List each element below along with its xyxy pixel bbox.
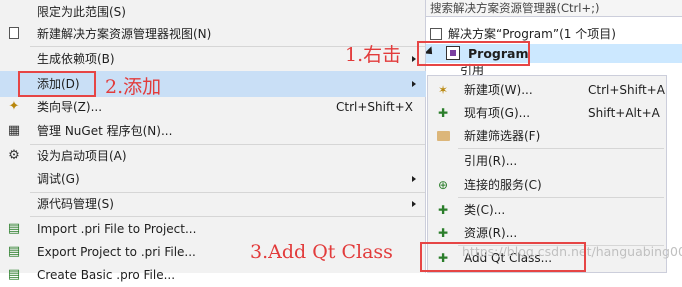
submenu-item-shortcut: Ctrl+Shift+A xyxy=(588,83,665,97)
submenu-arrow-icon xyxy=(412,201,416,207)
menu-item-manage-nuget[interactable]: ▦ 管理 NuGet 程序包(N)... xyxy=(0,119,425,143)
annotation-box-add xyxy=(18,71,96,97)
submenu-arrow-icon xyxy=(412,176,416,182)
submenu-item-label: 现有项(G)... xyxy=(464,106,531,120)
annotation-step3: 3.Add Qt Class xyxy=(250,241,393,263)
pro-file-icon: ▤ xyxy=(7,267,21,282)
annotation-box-project xyxy=(417,41,530,66)
menu-item-label: 新建解决方案资源管理器视图(N) xyxy=(37,27,212,41)
connected-service-icon: ⊕ xyxy=(437,178,449,192)
class-icon: ✚ xyxy=(437,203,449,217)
menu-item-create-pro[interactable]: ▤ Create Basic .pro File... xyxy=(0,263,425,287)
menu-item-set-startup[interactable]: ⚙ 设为启动项目(A) xyxy=(0,144,425,168)
menu-item-label: 源代码管理(S) xyxy=(37,197,114,211)
menu-item-label: Export Project to .pri File... xyxy=(37,245,196,259)
resource-icon: ✚ xyxy=(437,226,449,240)
submenu-item-label: 引用(R)... xyxy=(464,154,518,168)
menu-item-label: Create Basic .pro File... xyxy=(37,268,176,282)
submenu-arrow-icon xyxy=(412,56,416,62)
class-wizard-icon: ✦ xyxy=(8,99,20,114)
solution-icon xyxy=(430,28,442,40)
submenu-item-connected-service[interactable]: ⊕ 连接的服务(C) xyxy=(428,173,666,197)
submenu-item-new-filter[interactable]: 新建筛选器(F) xyxy=(428,124,666,148)
annotation-step2: 2.添加 xyxy=(105,76,162,98)
submenu-item-new-item[interactable]: ✶ 新建项(W)... Ctrl+Shift+A xyxy=(428,78,666,102)
submenu-item-label: 新建筛选器(F) xyxy=(464,129,541,143)
menu-item-label: 设为启动项目(A) xyxy=(37,149,127,163)
gear-icon: ⚙ xyxy=(8,148,20,163)
submenu-item-label: 类(C)... xyxy=(464,203,506,217)
annotation-step1: 1.右击 xyxy=(345,44,402,66)
nuget-icon: ▦ xyxy=(7,123,21,138)
submenu-item-reference[interactable]: 引用(R)... xyxy=(428,149,666,173)
menu-item-shortcut: Ctrl+Shift+X xyxy=(336,100,413,114)
solution-explorer-search-input[interactable]: 搜索解决方案资源管理器(Ctrl+;) xyxy=(418,0,682,17)
menu-item-scope-to-this[interactable]: 限定为此范围(S) xyxy=(0,0,425,24)
new-item-icon: ✶ xyxy=(437,83,449,97)
submenu-item-class[interactable]: ✚ 类(C)... xyxy=(428,198,666,222)
menu-item-label: 生成依赖项(B) xyxy=(37,52,115,66)
submenu-arrow-icon xyxy=(412,81,416,87)
existing-item-icon: ✚ xyxy=(437,106,449,120)
filter-folder-icon xyxy=(436,129,450,143)
annotation-box-qt-class xyxy=(420,242,586,272)
menu-item-label: 类向导(Z)... xyxy=(37,100,103,114)
menu-item-source-control[interactable]: 源代码管理(S) xyxy=(0,192,425,216)
menu-item-label: 调试(G) xyxy=(37,172,80,186)
new-view-icon xyxy=(7,27,21,41)
menu-item-debug[interactable]: 调试(G) xyxy=(0,167,425,191)
menu-item-label: 限定为此范围(S) xyxy=(37,5,126,19)
submenu-item-existing-item[interactable]: ✚ 现有项(G)... Shift+Alt+A xyxy=(428,101,666,125)
submenu-item-label: 连接的服务(C) xyxy=(464,178,542,192)
menu-item-class-wizard[interactable]: ✦ 类向导(Z)... Ctrl+Shift+X xyxy=(0,95,425,119)
menu-item-import-pri[interactable]: ▤ Import .pri File to Project... xyxy=(0,217,425,241)
export-icon: ▤ xyxy=(7,244,21,259)
submenu-item-shortcut: Shift+Alt+A xyxy=(588,106,660,120)
menu-item-label: 管理 NuGet 程序包(N)... xyxy=(37,124,173,138)
menu-item-label: Import .pri File to Project... xyxy=(37,222,197,236)
submenu-item-label: 新建项(W)... xyxy=(464,83,533,97)
import-icon: ▤ xyxy=(7,221,21,236)
